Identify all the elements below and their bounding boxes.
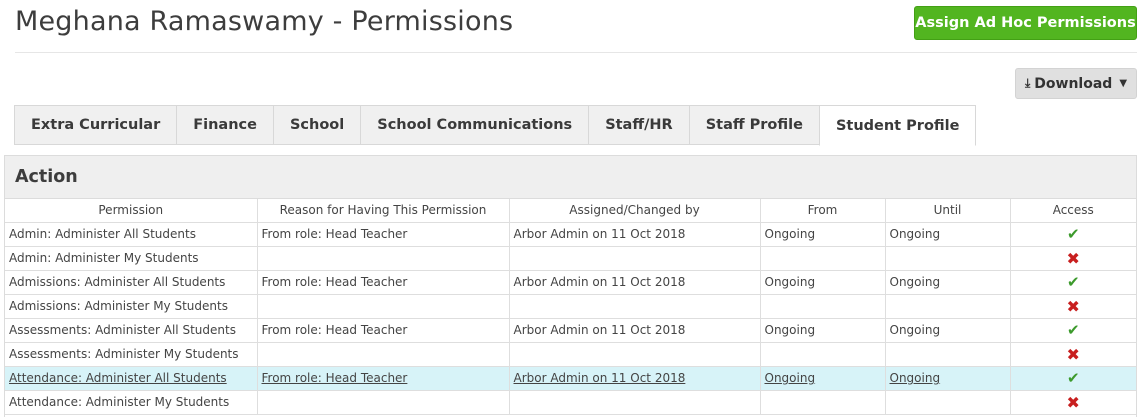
download-button[interactable]: ⤓ Download ▼: [1015, 68, 1137, 99]
caret-down-icon: ▼: [1119, 78, 1128, 89]
tab-staff-profile[interactable]: Staff Profile: [688, 105, 819, 145]
cell-from[interactable]: Ongoing: [760, 318, 886, 343]
check-icon: ✔: [1066, 273, 1080, 291]
download-icon: ⤓: [1024, 76, 1031, 90]
cell-assigned[interactable]: Arbor Admin on 11 Oct 2018: [509, 270, 761, 295]
tab-school-communications[interactable]: School Communications: [360, 105, 589, 145]
header-divider: [15, 52, 1137, 53]
cell-until[interactable]: Ongoing: [885, 222, 1011, 247]
tab-finance[interactable]: Finance: [176, 105, 273, 145]
cell-until[interactable]: Ongoing: [885, 318, 1011, 343]
cross-icon: ✖: [1066, 344, 1080, 364]
table-row[interactable]: Attendance: Administer My Students ✖: [5, 390, 1136, 415]
cell-reason[interactable]: [257, 294, 510, 319]
cell-access[interactable]: ✖: [1010, 294, 1136, 319]
cell-from[interactable]: [760, 390, 886, 415]
column-header-access[interactable]: Access: [1010, 199, 1136, 223]
download-label: Download: [1034, 75, 1113, 92]
cell-until[interactable]: [885, 294, 1011, 319]
cell-until[interactable]: [885, 246, 1011, 271]
cell-assigned[interactable]: [509, 390, 761, 415]
tab-extra-curricular[interactable]: Extra Curricular: [14, 105, 177, 145]
table-row[interactable]: Assessments: Administer My Students ✖: [5, 342, 1136, 367]
cell-reason[interactable]: From role: Head Teacher: [257, 222, 510, 247]
cell-reason[interactable]: [257, 390, 510, 415]
cell-permission[interactable]: Attendance: Administer My Students: [5, 390, 258, 415]
column-header-from[interactable]: From: [760, 199, 886, 223]
cell-until[interactable]: Ongoing: [885, 270, 1011, 295]
cell-until[interactable]: Ongoing: [885, 366, 1011, 391]
table-row[interactable]: Admin: Administer My Students ✖: [5, 246, 1136, 271]
cell-reason[interactable]: [257, 342, 510, 367]
cell-from[interactable]: [760, 342, 886, 367]
column-header-until[interactable]: Until: [885, 199, 1011, 223]
table-row[interactable]: Admin: Administer All Students From role:…: [5, 222, 1136, 247]
column-header-permission[interactable]: Permission: [5, 199, 258, 223]
cell-access[interactable]: ✔: [1010, 318, 1136, 343]
column-header-assigned[interactable]: Assigned/Changed by: [509, 199, 761, 223]
cell-access[interactable]: ✖: [1010, 342, 1136, 367]
tab-staff-hr[interactable]: Staff/HR: [588, 105, 689, 145]
page-title: Meghana Ramaswamy - Permissions: [15, 6, 514, 37]
assign-ad-hoc-permissions-button[interactable]: Assign Ad Hoc Permissions: [914, 6, 1137, 40]
panel-title: Action: [5, 156, 1136, 199]
column-header-reason[interactable]: Reason for Having This Permission: [257, 199, 510, 223]
cell-permission[interactable]: Attendance: Administer All Students: [5, 366, 258, 391]
cell-from[interactable]: Ongoing: [760, 270, 886, 295]
cell-permission[interactable]: Admissions: Administer My Students: [5, 294, 258, 319]
cell-from[interactable]: Ongoing: [760, 222, 886, 247]
category-tabs: Extra Curricular Finance School School C…: [14, 105, 977, 146]
cell-reason[interactable]: From role: Head Teacher: [257, 366, 510, 391]
cell-until[interactable]: [885, 342, 1011, 367]
cell-assigned[interactable]: Arbor Admin on 11 Oct 2018: [509, 222, 761, 247]
cell-assigned[interactable]: [509, 246, 761, 271]
cell-until[interactable]: [885, 390, 1011, 415]
check-icon: ✔: [1066, 225, 1080, 243]
table-row[interactable]: Admissions: Administer My Students ✖: [5, 294, 1136, 319]
check-icon: ✔: [1066, 369, 1080, 387]
tab-school[interactable]: School: [272, 105, 361, 145]
table-header-row: Permission Reason for Having This Permis…: [5, 199, 1136, 223]
check-icon: ✔: [1066, 321, 1080, 339]
cross-icon: ✖: [1066, 248, 1080, 268]
cell-permission[interactable]: Admissions: Administer All Students: [5, 270, 258, 295]
cell-from[interactable]: [760, 246, 886, 271]
tab-student-profile[interactable]: Student Profile: [818, 105, 977, 146]
cell-access[interactable]: ✖: [1010, 246, 1136, 271]
cell-reason[interactable]: [257, 246, 510, 271]
cell-access[interactable]: ✖: [1010, 390, 1136, 415]
table-row[interactable]: Admissions: Administer All Students From …: [5, 270, 1136, 295]
cell-from[interactable]: Ongoing: [760, 366, 886, 391]
cell-assigned[interactable]: [509, 342, 761, 367]
cell-access[interactable]: ✔: [1010, 366, 1136, 391]
cell-permission[interactable]: Assessments: Administer My Students: [5, 342, 258, 367]
cell-access[interactable]: ✔: [1010, 222, 1136, 247]
permissions-table: Permission Reason for Having This Permis…: [5, 199, 1136, 415]
cell-access[interactable]: ✔: [1010, 270, 1136, 295]
cell-from[interactable]: [760, 294, 886, 319]
cell-assigned[interactable]: [509, 294, 761, 319]
cross-icon: ✖: [1066, 296, 1080, 316]
cell-permission[interactable]: Admin: Administer My Students: [5, 246, 258, 271]
permissions-panel: Action Permission Reason for Having This…: [4, 155, 1137, 417]
cell-reason[interactable]: From role: Head Teacher: [257, 318, 510, 343]
cell-reason[interactable]: From role: Head Teacher: [257, 270, 510, 295]
table-row[interactable]: Assessments: Administer All Students From…: [5, 318, 1136, 343]
cross-icon: ✖: [1066, 392, 1080, 412]
cell-assigned[interactable]: Arbor Admin on 11 Oct 2018: [509, 318, 761, 343]
cell-permission[interactable]: Admin: Administer All Students: [5, 222, 258, 247]
cell-permission[interactable]: Assessments: Administer All Students: [5, 318, 258, 343]
cell-assigned[interactable]: Arbor Admin on 11 Oct 2018: [509, 366, 761, 391]
table-row[interactable]: Attendance: Administer All Students From …: [5, 366, 1136, 391]
